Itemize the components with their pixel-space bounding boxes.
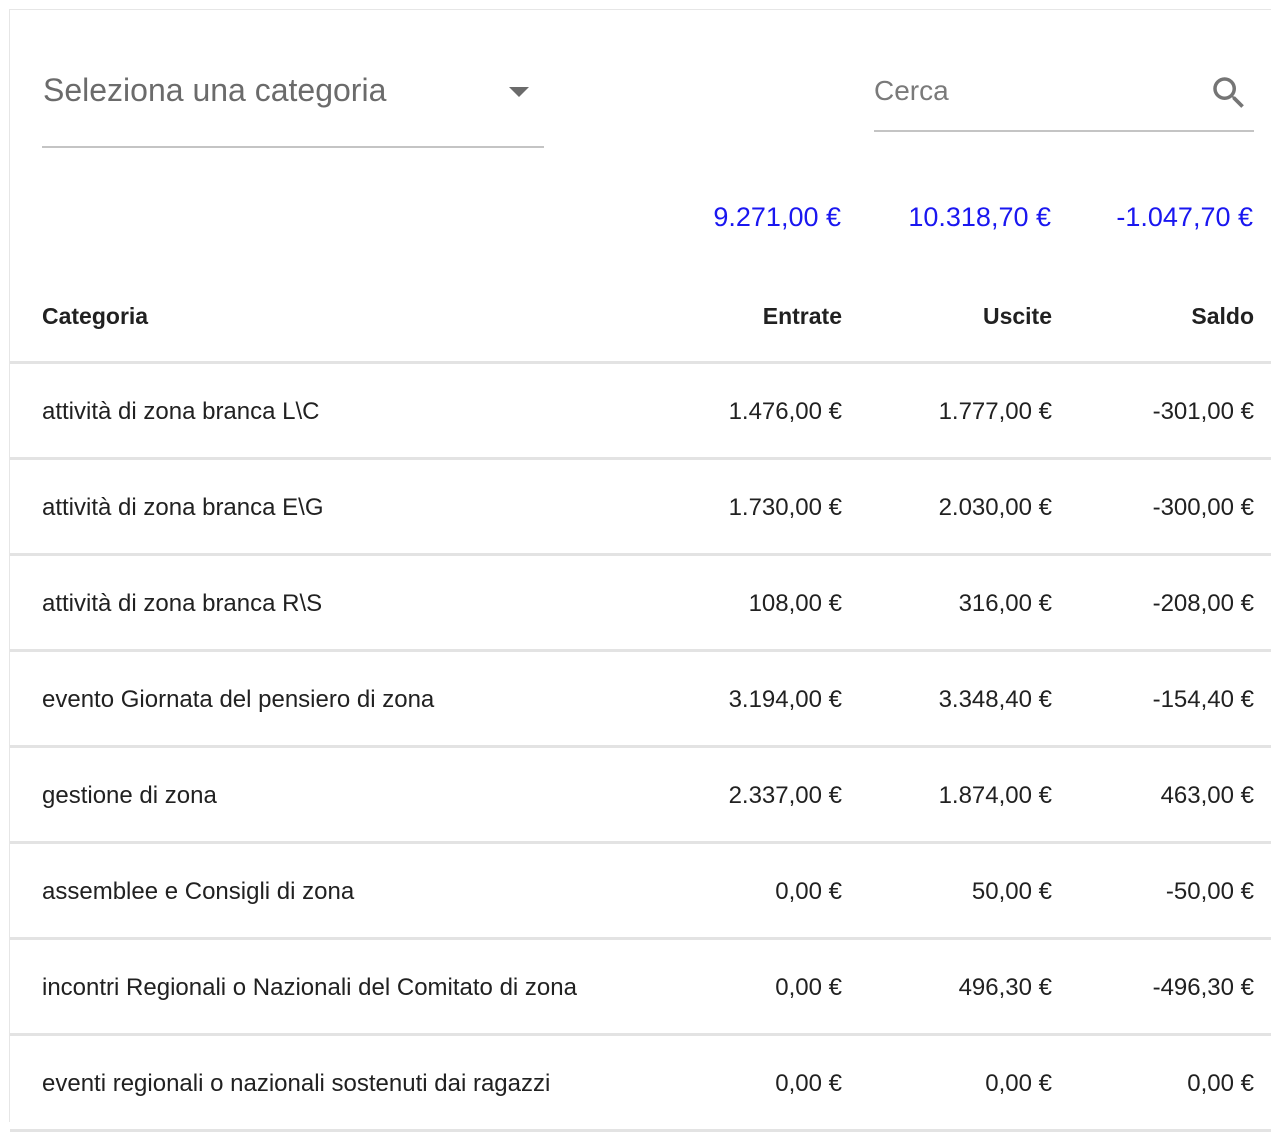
category-select-label: Seleziona una categoria [43, 72, 387, 108]
cell-saldo: 0,00 € [1187, 1070, 1254, 1097]
search-icon[interactable] [1208, 72, 1250, 114]
cell-categoria: attività di zona branca R\S [42, 590, 323, 617]
cell-uscite: 1.777,00 € [938, 398, 1052, 425]
cell-entrate: 0,00 € [775, 878, 842, 905]
cell-categoria: incontri Regionali o Nazionali del Comit… [42, 974, 577, 1001]
cell-categoria: attività di zona branca L\C [42, 398, 320, 425]
cell-entrate: 3.194,00 € [728, 686, 842, 713]
table-row[interactable]: attività di zona branca E\G 1.730,00 € 2… [10, 460, 1271, 556]
cell-categoria: eventi regionali o nazionali sostenuti d… [42, 1070, 551, 1097]
cell-saldo: -154,40 € [1152, 686, 1254, 713]
table-row[interactable]: attività di zona branca R\S 108,00 € 316… [10, 556, 1271, 652]
cell-entrate: 0,00 € [775, 974, 842, 1001]
table-header-row: Categoria Entrate Uscite Saldo [10, 268, 1271, 364]
table-row[interactable]: attività di zona branca L\C 1.476,00 € 1… [10, 364, 1271, 460]
categories-table: Categoria Entrate Uscite Saldo attività … [10, 268, 1271, 1132]
cell-categoria: gestione di zona [42, 782, 217, 809]
cell-entrate: 2.337,00 € [728, 782, 842, 809]
cell-categoria: assemblee e Consigli di zona [42, 878, 355, 905]
dropdown-arrow-icon[interactable] [509, 87, 529, 97]
search-field[interactable] [874, 66, 1254, 132]
cell-saldo: -496,30 € [1152, 974, 1254, 1001]
cell-uscite: 1.874,00 € [938, 782, 1052, 809]
cell-uscite: 496,30 € [958, 974, 1052, 1001]
cell-entrate: 1.730,00 € [728, 494, 842, 521]
table-row[interactable]: gestione di zona 2.337,00 € 1.874,00 € 4… [10, 748, 1271, 844]
cell-entrate: 108,00 € [748, 590, 842, 617]
cell-uscite: 50,00 € [971, 878, 1052, 905]
table-row[interactable]: assemblee e Consigli di zona 0,00 € 50,0… [10, 844, 1271, 940]
cell-saldo: -208,00 € [1152, 590, 1254, 617]
table-row[interactable]: incontri Regionali o Nazionali del Comit… [10, 940, 1271, 1036]
cell-uscite: 2.030,00 € [938, 494, 1052, 521]
cell-saldo: -50,00 € [1165, 878, 1254, 905]
cell-categoria: evento Giornata del pensiero di zona [42, 686, 435, 713]
header-categoria[interactable]: Categoria [42, 268, 148, 361]
table-row[interactable]: evento Giornata del pensiero di zona 3.1… [10, 652, 1271, 748]
cell-uscite: 0,00 € [985, 1070, 1052, 1097]
cell-saldo: 463,00 € [1160, 782, 1254, 809]
header-saldo[interactable]: Saldo [1191, 268, 1254, 361]
cell-entrate: 1.476,00 € [728, 398, 842, 425]
report-card: Seleziona una categoria 9.271,00 € 10.31… [9, 9, 1271, 1132]
cell-uscite: 316,00 € [958, 590, 1052, 617]
total-uscite: 10.318,70 € [908, 202, 1051, 232]
category-select[interactable]: Seleziona una categoria [42, 50, 544, 148]
header-entrate[interactable]: Entrate [763, 268, 842, 361]
search-input[interactable] [874, 66, 1194, 116]
cell-uscite: 3.348,40 € [938, 686, 1052, 713]
cell-categoria: attività di zona branca E\G [42, 494, 324, 521]
cell-entrate: 0,00 € [775, 1070, 842, 1097]
cell-saldo: -301,00 € [1152, 398, 1254, 425]
table-row[interactable]: eventi regionali o nazionali sostenuti d… [10, 1036, 1271, 1132]
total-entrate: 9.271,00 € [713, 202, 841, 232]
header-uscite[interactable]: Uscite [983, 268, 1052, 361]
total-saldo: -1.047,70 € [1116, 202, 1253, 232]
cell-saldo: -300,00 € [1152, 494, 1254, 521]
